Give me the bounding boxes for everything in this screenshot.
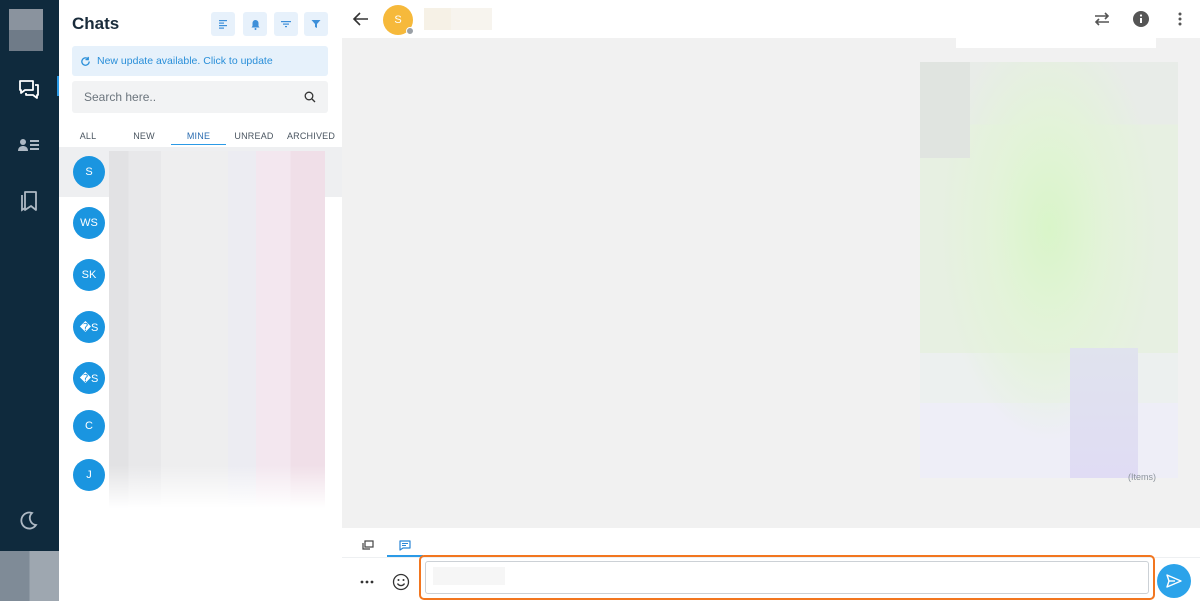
transfer-arrows-icon [1094, 12, 1110, 26]
tab-unread[interactable]: UNREAD [233, 127, 275, 145]
conversation-header: S [342, 0, 1200, 38]
contacts-nav-button[interactable] [14, 130, 44, 160]
contact-avatar: C [73, 410, 105, 442]
filter-button[interactable] [304, 12, 328, 36]
message-thread[interactable]: (Items) [342, 38, 1200, 528]
search-icon[interactable] [304, 91, 316, 103]
chat-windows-icon [362, 539, 374, 550]
info-button[interactable] [1131, 9, 1151, 29]
sort-icon [281, 21, 291, 28]
image-region [1070, 348, 1138, 478]
filter-icon [311, 20, 321, 28]
bookmarks-icon [21, 191, 37, 212]
app-sidebar [0, 0, 92, 601]
conversation-row[interactable]: WS [59, 199, 342, 251]
message-image-redacted[interactable] [920, 62, 1178, 478]
transfer-button[interactable] [1092, 9, 1112, 29]
conversation-row[interactable]: SK [59, 251, 342, 303]
composer-tab-message[interactable] [387, 534, 423, 557]
refresh-icon [81, 56, 90, 66]
send-button[interactable] [1157, 564, 1191, 598]
tab-mine[interactable]: MINE [171, 127, 226, 145]
sort-button[interactable] [274, 12, 298, 36]
chat-bubbles-icon [19, 80, 39, 99]
conversation-row[interactable]: S [59, 147, 342, 199]
moon-icon [20, 511, 38, 530]
tab-new[interactable]: NEW [126, 127, 162, 145]
contact-avatar: SK [73, 259, 105, 291]
theme-toggle-button[interactable] [14, 505, 44, 535]
conversation-view: S (Items) [342, 0, 1200, 601]
contact-name-redacted [424, 8, 492, 30]
message-input[interactable] [425, 561, 1149, 594]
conversation-row[interactable]: �S [59, 355, 342, 407]
conversation-row[interactable]: �S [59, 303, 342, 355]
align-left-icon [219, 20, 227, 29]
workspace-logo[interactable] [9, 9, 43, 51]
more-options-button[interactable] [1170, 9, 1190, 29]
send-plane-icon [1166, 574, 1182, 588]
emoji-smiley-icon [392, 573, 410, 591]
message-input-wrapper [419, 555, 1155, 600]
update-banner-text: New update available. Click to update [97, 55, 273, 67]
panel-title: Chats [72, 14, 120, 33]
status-indicator [406, 27, 414, 35]
tab-archived[interactable]: ARCHIVED [285, 127, 337, 145]
alerts-button[interactable] [243, 12, 267, 36]
more-actions-button[interactable] [356, 572, 378, 592]
contact-avatar: J [73, 459, 105, 491]
align-button[interactable] [211, 12, 235, 36]
back-button[interactable] [351, 9, 371, 29]
arrow-left-icon [352, 12, 368, 26]
conversation-filter-tabs: ALL NEW MINE UNREAD ARCHIVED [59, 127, 342, 147]
previous-message-bubble [956, 38, 1156, 48]
contact-avatar: S [73, 156, 105, 188]
chats-nav-button[interactable] [14, 74, 44, 104]
kebab-menu-icon [1178, 12, 1182, 26]
contact-avatar: WS [73, 207, 105, 239]
search-input[interactable] [84, 90, 284, 104]
contact-avatar: �S [73, 362, 105, 394]
message-composer [342, 528, 1200, 601]
bookmarks-nav-button[interactable] [14, 186, 44, 216]
conversation-row[interactable]: J [59, 455, 342, 507]
contact-avatar: �S [73, 311, 105, 343]
info-icon [1133, 11, 1149, 27]
message-meta: (Items) [1128, 472, 1156, 482]
update-banner[interactable]: New update available. Click to update [72, 46, 328, 76]
composer-tab-windows[interactable] [350, 534, 386, 556]
image-region [920, 62, 970, 158]
input-content-redacted [433, 567, 505, 585]
chat-list-panel: Chats New update available. Click to upd… [59, 0, 342, 601]
tab-all[interactable]: ALL [73, 127, 103, 145]
ellipsis-icon [360, 580, 374, 584]
message-icon [399, 539, 411, 551]
bell-alert-icon [251, 19, 259, 30]
emoji-button[interactable] [390, 571, 412, 593]
contacts-icon [18, 139, 39, 151]
conversation-row[interactable]: C [59, 403, 342, 455]
search-box [72, 81, 328, 113]
